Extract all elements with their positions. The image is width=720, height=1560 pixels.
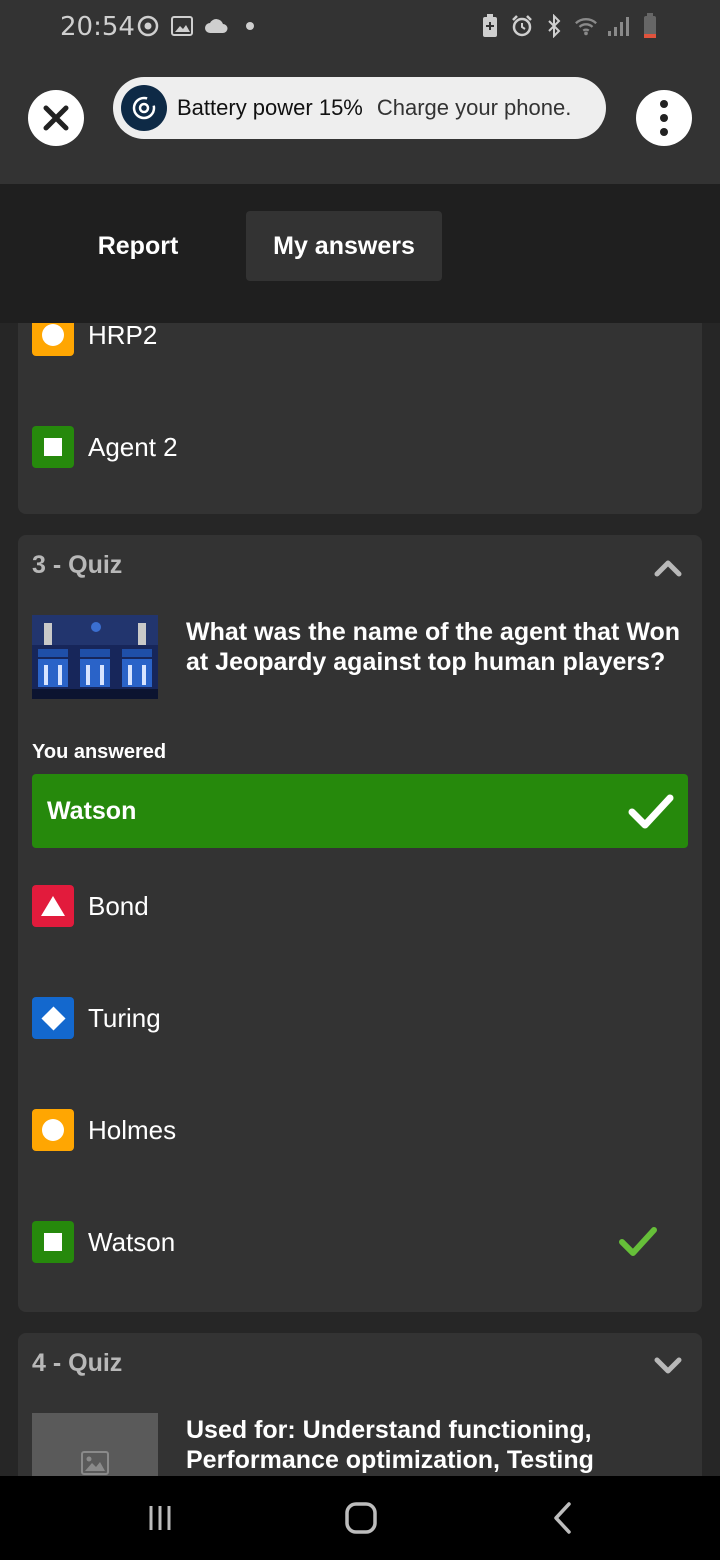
more-dot-icon xyxy=(660,100,668,108)
toast-title: Battery power 15% xyxy=(177,95,363,120)
option-row: Watson xyxy=(32,1221,175,1263)
quiz-header: 4 - Quiz xyxy=(32,1349,123,1377)
close-icon xyxy=(43,105,69,131)
status-time: 20:54 xyxy=(60,12,135,42)
option-label: Holmes xyxy=(88,1114,177,1145)
tab-my-answers[interactable]: My answers xyxy=(246,211,442,281)
option-label: Agent 2 xyxy=(88,431,178,462)
quiz-card-4: 4 - Quiz Used for: Understand functionin… xyxy=(18,1333,702,1476)
question-text: Used for: Understand functioning, Perfor… xyxy=(186,1416,594,1474)
quiz-header: 3 - Quiz xyxy=(32,551,123,579)
option-row: Holmes xyxy=(32,1109,176,1151)
triangle-icon xyxy=(32,885,74,927)
cloud-icon xyxy=(204,12,228,40)
chevron-up-icon[interactable] xyxy=(654,557,682,579)
signal-icon xyxy=(606,12,630,40)
checkmark-icon xyxy=(628,794,674,829)
selected-answer: Watson xyxy=(32,774,688,848)
option-row: Agent 2 xyxy=(32,426,178,468)
battery-saver-icon xyxy=(478,12,502,40)
toast-message: Charge your phone. xyxy=(376,95,572,120)
image-icon xyxy=(170,12,194,40)
home-button[interactable] xyxy=(341,1500,381,1536)
sync-icon xyxy=(136,12,160,40)
chevron-down-icon[interactable] xyxy=(654,1355,682,1377)
image-placeholder-icon xyxy=(32,1413,158,1476)
diamond-icon xyxy=(32,997,74,1039)
option-row: Bond xyxy=(32,885,149,927)
option-label: HRP2 xyxy=(88,323,158,350)
system-nav-bar xyxy=(0,1476,720,1560)
wifi-icon xyxy=(574,12,598,40)
option-label: Watson xyxy=(88,1226,176,1257)
quiz-card-previous: HRP2 Agent 2 xyxy=(18,323,702,514)
option-row: HRP2 xyxy=(32,323,157,356)
option-label: Bond xyxy=(88,890,149,921)
battery-saver-app-icon xyxy=(121,85,167,131)
selected-answer-text: Watson xyxy=(47,796,137,825)
recent-apps-button[interactable] xyxy=(140,1500,180,1536)
tab-report[interactable]: Report xyxy=(68,211,208,281)
back-button[interactable] xyxy=(543,1500,583,1536)
circle-icon xyxy=(32,323,74,356)
close-button[interactable] xyxy=(28,90,84,146)
back-icon xyxy=(554,1502,571,1534)
correct-checkmark-icon xyxy=(619,1227,657,1256)
battery-toast: Battery power 15% Charge your phone. xyxy=(113,77,606,139)
top-bar: Battery power 15% Charge your phone. xyxy=(0,56,720,184)
battery-low-icon xyxy=(638,12,662,40)
question-text: What was the name of the agent that Won … xyxy=(186,618,681,676)
option-row: Turing xyxy=(32,997,161,1039)
option-label: Turing xyxy=(88,1002,161,1033)
home-icon xyxy=(345,1502,377,1534)
quiz-card-3: 3 - Quiz What was the name of the agent … xyxy=(18,535,702,1312)
status-bar: 20:54 xyxy=(0,0,720,56)
dot-icon xyxy=(238,12,262,40)
bluetooth-icon xyxy=(542,12,566,40)
recent-apps-icon xyxy=(149,1506,171,1530)
you-answered-label: You answered xyxy=(32,741,167,763)
more-dot-icon xyxy=(660,128,668,136)
answers-list[interactable]: HRP2 Agent 2 3 - Quiz What was the name … xyxy=(0,323,720,1476)
alarm-icon xyxy=(510,12,534,40)
tabs-bar: Report My answers xyxy=(0,184,720,323)
more-options-button[interactable] xyxy=(636,90,692,146)
status-right-icons xyxy=(478,12,662,40)
more-dot-icon xyxy=(660,114,668,122)
question-image xyxy=(32,615,158,699)
circle-icon xyxy=(32,1109,74,1151)
status-left-icons xyxy=(136,12,262,40)
square-icon xyxy=(32,1221,74,1263)
square-icon xyxy=(32,426,74,468)
